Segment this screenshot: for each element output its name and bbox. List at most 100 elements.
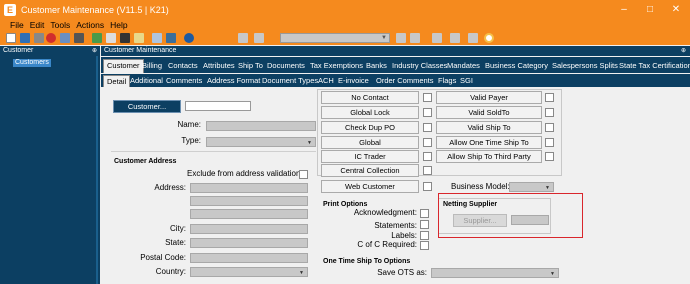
first-icon[interactable]	[238, 33, 248, 43]
tab-ship-to[interactable]: Ship To	[235, 60, 266, 72]
global-checkbox[interactable]	[423, 138, 432, 147]
check-dup-po-button[interactable]: Check Dup PO	[321, 121, 419, 134]
subtab-address-format[interactable]: Address Format	[204, 75, 263, 87]
copy-icon[interactable]	[106, 33, 116, 43]
previous-icon[interactable]	[254, 33, 264, 43]
delete-icon[interactable]	[46, 33, 56, 43]
subtab-additional[interactable]: Additional	[127, 75, 166, 87]
undo-icon[interactable]	[34, 33, 44, 43]
browse-icon[interactable]	[432, 33, 442, 43]
city-field[interactable]	[190, 224, 308, 234]
state-label: State:	[165, 238, 186, 247]
pin-icon[interactable]: ⊕	[92, 46, 97, 56]
subtab-order-comments[interactable]: Order Comments	[373, 75, 437, 87]
tab-industry-classes[interactable]: Industry Classes	[389, 60, 450, 72]
tab-documents[interactable]: Documents	[264, 60, 308, 72]
tab-business-category[interactable]: Business Category	[482, 60, 551, 72]
tab-mandates[interactable]: Mandates	[444, 60, 483, 72]
maximize-button[interactable]: □	[642, 2, 658, 18]
labels-checkbox[interactable]	[420, 231, 429, 240]
tab-banks[interactable]: Banks	[363, 60, 390, 72]
type-select[interactable]: ▼	[206, 137, 316, 147]
find-icon[interactable]	[152, 33, 162, 43]
address-line-3[interactable]	[190, 209, 308, 219]
business-model-select[interactable]: ▼	[509, 182, 554, 192]
menu-tools[interactable]: Tools	[50, 20, 70, 31]
central-collection-checkbox[interactable]	[423, 166, 432, 175]
allow-ship-to-third-party-button[interactable]: Allow Ship To Third Party	[436, 150, 542, 163]
new-icon[interactable]	[6, 33, 16, 43]
last-icon[interactable]	[410, 33, 420, 43]
allow-ship-to-third-party-checkbox[interactable]	[545, 152, 554, 161]
valid-ship-to-checkbox[interactable]	[545, 123, 554, 132]
title-bar: E Customer Maintenance (V11.5 | K21) – □…	[0, 0, 690, 20]
no-contact-checkbox[interactable]	[423, 93, 432, 102]
exclude-validation-checkbox[interactable]	[299, 170, 308, 179]
menu-help[interactable]: Help	[110, 20, 127, 31]
check-dup-po-checkbox[interactable]	[423, 123, 432, 132]
subtab-sgi[interactable]: SGI	[457, 75, 476, 87]
subtab-document-types[interactable]: Document Types	[259, 75, 321, 87]
address-line-1[interactable]	[190, 183, 308, 193]
tab-tax-exemptions[interactable]: Tax Exemptions	[307, 60, 366, 72]
valid-payer-checkbox[interactable]	[545, 93, 554, 102]
tab-customer[interactable]: Customer	[103, 59, 144, 73]
menu-actions[interactable]: Actions	[76, 20, 104, 31]
tab-billing[interactable]: Billing	[139, 60, 165, 72]
allow-one-time-ship-to-checkbox[interactable]	[545, 138, 554, 147]
next-icon[interactable]	[396, 33, 406, 43]
open-icon[interactable]	[60, 33, 70, 43]
subtab-flags[interactable]: Flags	[435, 75, 459, 87]
search-icon[interactable]	[166, 33, 176, 43]
pin-icon[interactable]: ⊕	[681, 46, 686, 56]
web-customer-button[interactable]: Web Customer	[321, 180, 419, 193]
print-icon[interactable]	[74, 33, 84, 43]
postal-code-field[interactable]	[190, 253, 308, 263]
tab-attributes[interactable]: Attributes	[200, 60, 238, 72]
menu-file[interactable]: File	[10, 20, 24, 31]
cut-icon[interactable]	[120, 33, 130, 43]
address-line-2[interactable]	[190, 196, 308, 206]
statements-checkbox[interactable]	[420, 220, 429, 229]
country-select[interactable]: ▼	[190, 267, 308, 277]
central-collection-button[interactable]: Central Collection	[321, 164, 419, 177]
key-combo[interactable]: ▼	[280, 33, 390, 43]
ic-trader-button[interactable]: IC Trader	[321, 150, 419, 163]
acknowledgment-checkbox[interactable]	[420, 209, 429, 218]
customer-button[interactable]: Customer...	[113, 100, 181, 113]
valid-ship-to-button[interactable]: Valid Ship To	[436, 121, 542, 134]
paste-icon[interactable]	[134, 33, 144, 43]
ic-trader-checkbox[interactable]	[423, 152, 432, 161]
state-field[interactable]	[190, 238, 308, 248]
tab-salespersons-splits[interactable]: Salespersons Splits	[549, 60, 621, 72]
filter-icon[interactable]	[468, 33, 478, 43]
global-button[interactable]: Global	[321, 136, 419, 149]
business-model-label: Business Model:	[451, 182, 510, 191]
tree-item-customers[interactable]: Customers	[13, 59, 51, 67]
subtab-e-invoice[interactable]: E-invoice	[335, 75, 372, 87]
save-icon[interactable]	[20, 33, 30, 43]
lookup-icon[interactable]	[450, 33, 460, 43]
valid-payer-button[interactable]: Valid Payer	[436, 91, 542, 104]
coc-required-checkbox[interactable]	[420, 241, 429, 250]
close-form-icon[interactable]	[484, 33, 494, 43]
customer-id-field[interactable]	[185, 101, 251, 111]
close-button[interactable]: ✕	[668, 2, 684, 18]
name-field[interactable]	[206, 121, 316, 131]
menu-edit[interactable]: Edit	[30, 20, 45, 31]
help-icon[interactable]	[184, 33, 194, 43]
web-customer-checkbox[interactable]	[423, 182, 432, 191]
global-lock-checkbox[interactable]	[423, 108, 432, 117]
refresh-icon[interactable]	[92, 33, 102, 43]
global-lock-button[interactable]: Global Lock	[321, 106, 419, 119]
valid-soldto-button[interactable]: Valid SoldTo	[436, 106, 542, 119]
no-contact-button[interactable]: No Contact	[321, 91, 419, 104]
allow-one-time-ship-to-button[interactable]: Allow One Time Ship To	[436, 136, 542, 149]
subtab-ach[interactable]: ACH	[315, 75, 337, 87]
tab-state-tax-certification[interactable]: State Tax Certification	[616, 60, 690, 72]
subtab-comments[interactable]: Comments	[163, 75, 205, 87]
save-ots-select[interactable]: ▼	[431, 268, 559, 278]
minimize-button[interactable]: –	[616, 2, 632, 18]
tab-contacts[interactable]: Contacts	[165, 60, 201, 72]
valid-soldto-checkbox[interactable]	[545, 108, 554, 117]
